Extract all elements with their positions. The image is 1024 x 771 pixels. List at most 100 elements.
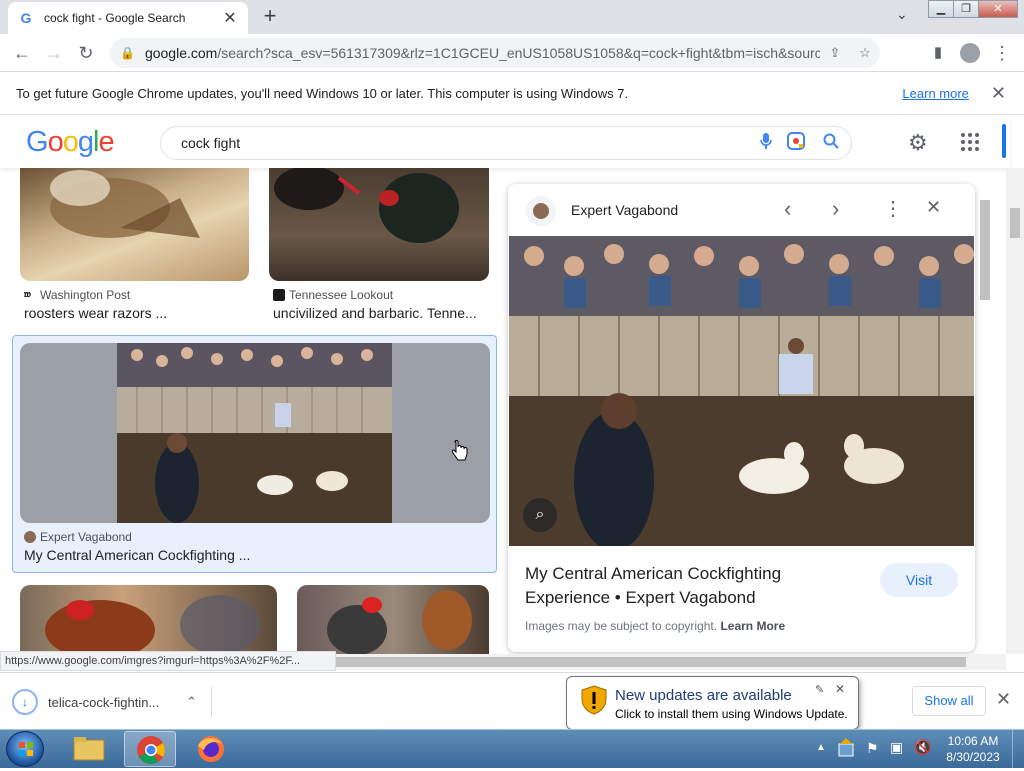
google-lens-icon[interactable] xyxy=(781,131,811,156)
previous-icon[interactable]: ‹ xyxy=(784,196,791,222)
panel-title[interactable]: My Central American Cockfighting Experie… xyxy=(525,562,855,610)
restore-window-icon[interactable]: ❐ xyxy=(953,0,979,18)
menu-kebab-icon[interactable]: ⋮ xyxy=(990,41,1014,65)
tray-update-icon[interactable] xyxy=(838,738,854,758)
expert-vagabond-icon xyxy=(533,203,549,219)
taskbar-chrome[interactable] xyxy=(124,731,176,767)
horizontal-scrollbar[interactable] xyxy=(336,654,1006,670)
infobar-message: To get future Google Chrome updates, you… xyxy=(16,85,629,101)
url-host: google.com xyxy=(144,45,218,61)
close-download-shelf-icon[interactable]: ✕ xyxy=(996,689,1011,710)
result-caption-3[interactable]: My Central American Cockfighting ... xyxy=(24,547,250,563)
minimize-window-icon[interactable]: ▁ xyxy=(928,0,954,18)
google-header: Google cock fight ⚙ xyxy=(0,116,1010,168)
taskbar-explorer[interactable] xyxy=(66,732,112,766)
search-box[interactable]: cock fight xyxy=(160,126,852,160)
browser-toolbar: ← → ↻ 🔒 google.com/search?sca_esv=561317… xyxy=(0,34,1024,72)
next-icon[interactable]: › xyxy=(832,196,839,222)
network-icon[interactable]: ▣ xyxy=(890,739,903,756)
result-image-2[interactable] xyxy=(269,168,489,281)
result-source-1: 𝔴 Washington Post xyxy=(24,288,130,302)
pin-icon[interactable]: ✎ xyxy=(815,683,824,696)
close-tab-icon[interactable]: ✕ xyxy=(222,8,238,28)
volume-muted-icon[interactable]: 🔇 xyxy=(914,739,931,756)
clock-date: 8/30/2023 xyxy=(946,750,1000,764)
taskbar-firefox[interactable] xyxy=(188,732,234,766)
start-button[interactable] xyxy=(6,731,44,767)
result-source-label: Washington Post xyxy=(40,288,131,302)
scrollbar-thumb[interactable] xyxy=(1010,208,1020,238)
copyright-notice: Images may be subject to copyright. Lear… xyxy=(525,619,785,633)
search-input[interactable]: cock fight xyxy=(181,135,751,151)
action-center-flag-icon[interactable]: ⚑ xyxy=(866,740,879,757)
panel-source-name[interactable]: Expert Vagabond xyxy=(571,202,678,218)
tab-title: cock fight - Google Search xyxy=(44,11,186,25)
more-options-icon[interactable]: ⋮ xyxy=(883,196,903,221)
notification-body: Click to install them using Windows Upda… xyxy=(615,707,848,721)
close-panel-icon[interactable]: ✕ xyxy=(926,197,941,218)
page-scrollbar[interactable] xyxy=(1006,168,1024,654)
back-icon[interactable]: ← xyxy=(10,41,34,65)
address-url: google.com/search?sca_esv=561317309&rlz=… xyxy=(145,45,820,61)
panel-scrollbar-thumb[interactable] xyxy=(980,200,990,300)
horizontal-scrollbar-thumb[interactable] xyxy=(336,657,966,667)
preview-image[interactable]: ⌕ xyxy=(509,236,974,546)
firefox-icon xyxy=(198,736,224,762)
profile-avatar-icon[interactable] xyxy=(960,43,980,63)
browser-tab[interactable]: G cock fight - Google Search ✕ xyxy=(8,2,248,34)
share-icon[interactable]: ⇪ xyxy=(820,45,850,61)
image-preview-panel: Expert Vagabond ‹ › ⋮ ✕ ⌕ My Central Ame… xyxy=(508,184,975,652)
visit-button[interactable]: Visit xyxy=(880,563,958,597)
learn-more-link[interactable]: Learn more xyxy=(902,86,968,101)
bookmark-star-icon[interactable]: ☆ xyxy=(850,45,880,61)
copyright-learn-more-link[interactable]: Learn More xyxy=(720,619,785,633)
chrome-icon xyxy=(137,736,165,764)
show-hidden-icons-icon[interactable]: ▲ xyxy=(816,742,826,753)
result-caption-2[interactable]: uncivilized and barbaric. Tenne... xyxy=(273,305,477,321)
windows-taskbar: ▲ ⚑ ▣ 🔇 10:06 AM 8/30/2023 xyxy=(0,729,1024,769)
panel-scrollbar[interactable] xyxy=(978,186,992,652)
result-image-5[interactable] xyxy=(297,585,489,654)
address-bar[interactable]: 🔒 google.com/search?sca_esv=561317309&rl… xyxy=(110,38,880,68)
lens-search-icon[interactable]: ⌕ xyxy=(523,498,557,532)
search-icon[interactable] xyxy=(811,133,851,154)
result-source-label: Tennessee Lookout xyxy=(289,288,394,302)
system-clock[interactable]: 10:06 AM 8/30/2023 xyxy=(938,733,1008,765)
result-image-3[interactable] xyxy=(20,343,490,523)
download-progress-icon: ↓ xyxy=(12,689,38,715)
account-indicator xyxy=(1002,124,1006,158)
selected-result-card[interactable]: Expert Vagabond My Central American Cock… xyxy=(12,335,497,573)
reload-icon[interactable]: ↻ xyxy=(74,41,98,65)
notification-title: New updates are available xyxy=(615,687,792,704)
result-image-1[interactable] xyxy=(20,168,249,281)
side-panel-icon[interactable]: ▮ xyxy=(926,41,950,65)
windows-update-notification[interactable]: New updates are available Click to insta… xyxy=(566,676,859,730)
tab-search-chevron-icon[interactable]: ⌄ xyxy=(896,6,908,23)
download-file-name: telica-cock-fightin... xyxy=(48,694,160,710)
tab-strip: G cock fight - Google Search ✕ + ⌄ ▁ ❐ ✕ xyxy=(0,0,1024,34)
settings-gear-icon[interactable]: ⚙ xyxy=(908,130,928,156)
source-avatar[interactable] xyxy=(526,196,556,226)
show-desktop-button[interactable] xyxy=(1012,730,1024,769)
result-source-2: Tennessee Lookout xyxy=(273,288,393,302)
google-logo[interactable]: Google xyxy=(26,126,115,159)
result-caption-1[interactable]: roosters wear razors ... xyxy=(24,305,167,321)
new-tab-icon[interactable]: + xyxy=(258,4,282,28)
download-shelf: ↓ telica-cock-fightin... ⌃ Show all ✕ xyxy=(0,672,1024,729)
download-options-chevron-icon[interactable]: ⌃ xyxy=(186,694,197,710)
download-item[interactable]: ↓ telica-cock-fightin... ⌃ xyxy=(12,687,212,717)
google-apps-icon[interactable] xyxy=(960,132,980,152)
voice-search-icon[interactable] xyxy=(751,132,781,155)
show-all-button[interactable]: Show all xyxy=(912,686,986,716)
close-window-icon[interactable]: ✕ xyxy=(978,0,1018,18)
status-bubble-url: https://www.google.com/imgres?imgurl=htt… xyxy=(0,651,336,671)
result-image-4[interactable] xyxy=(20,585,277,654)
result-source-label: Expert Vagabond xyxy=(40,530,132,544)
close-notification-icon[interactable]: ✕ xyxy=(835,682,845,696)
file-explorer-icon xyxy=(73,737,105,761)
update-infobar: To get future Google Chrome updates, you… xyxy=(0,72,1024,115)
close-infobar-icon[interactable]: ✕ xyxy=(991,83,1006,104)
security-shield-icon xyxy=(581,685,607,715)
forward-icon[interactable]: → xyxy=(42,41,66,65)
google-favicon-icon: G xyxy=(20,10,32,26)
